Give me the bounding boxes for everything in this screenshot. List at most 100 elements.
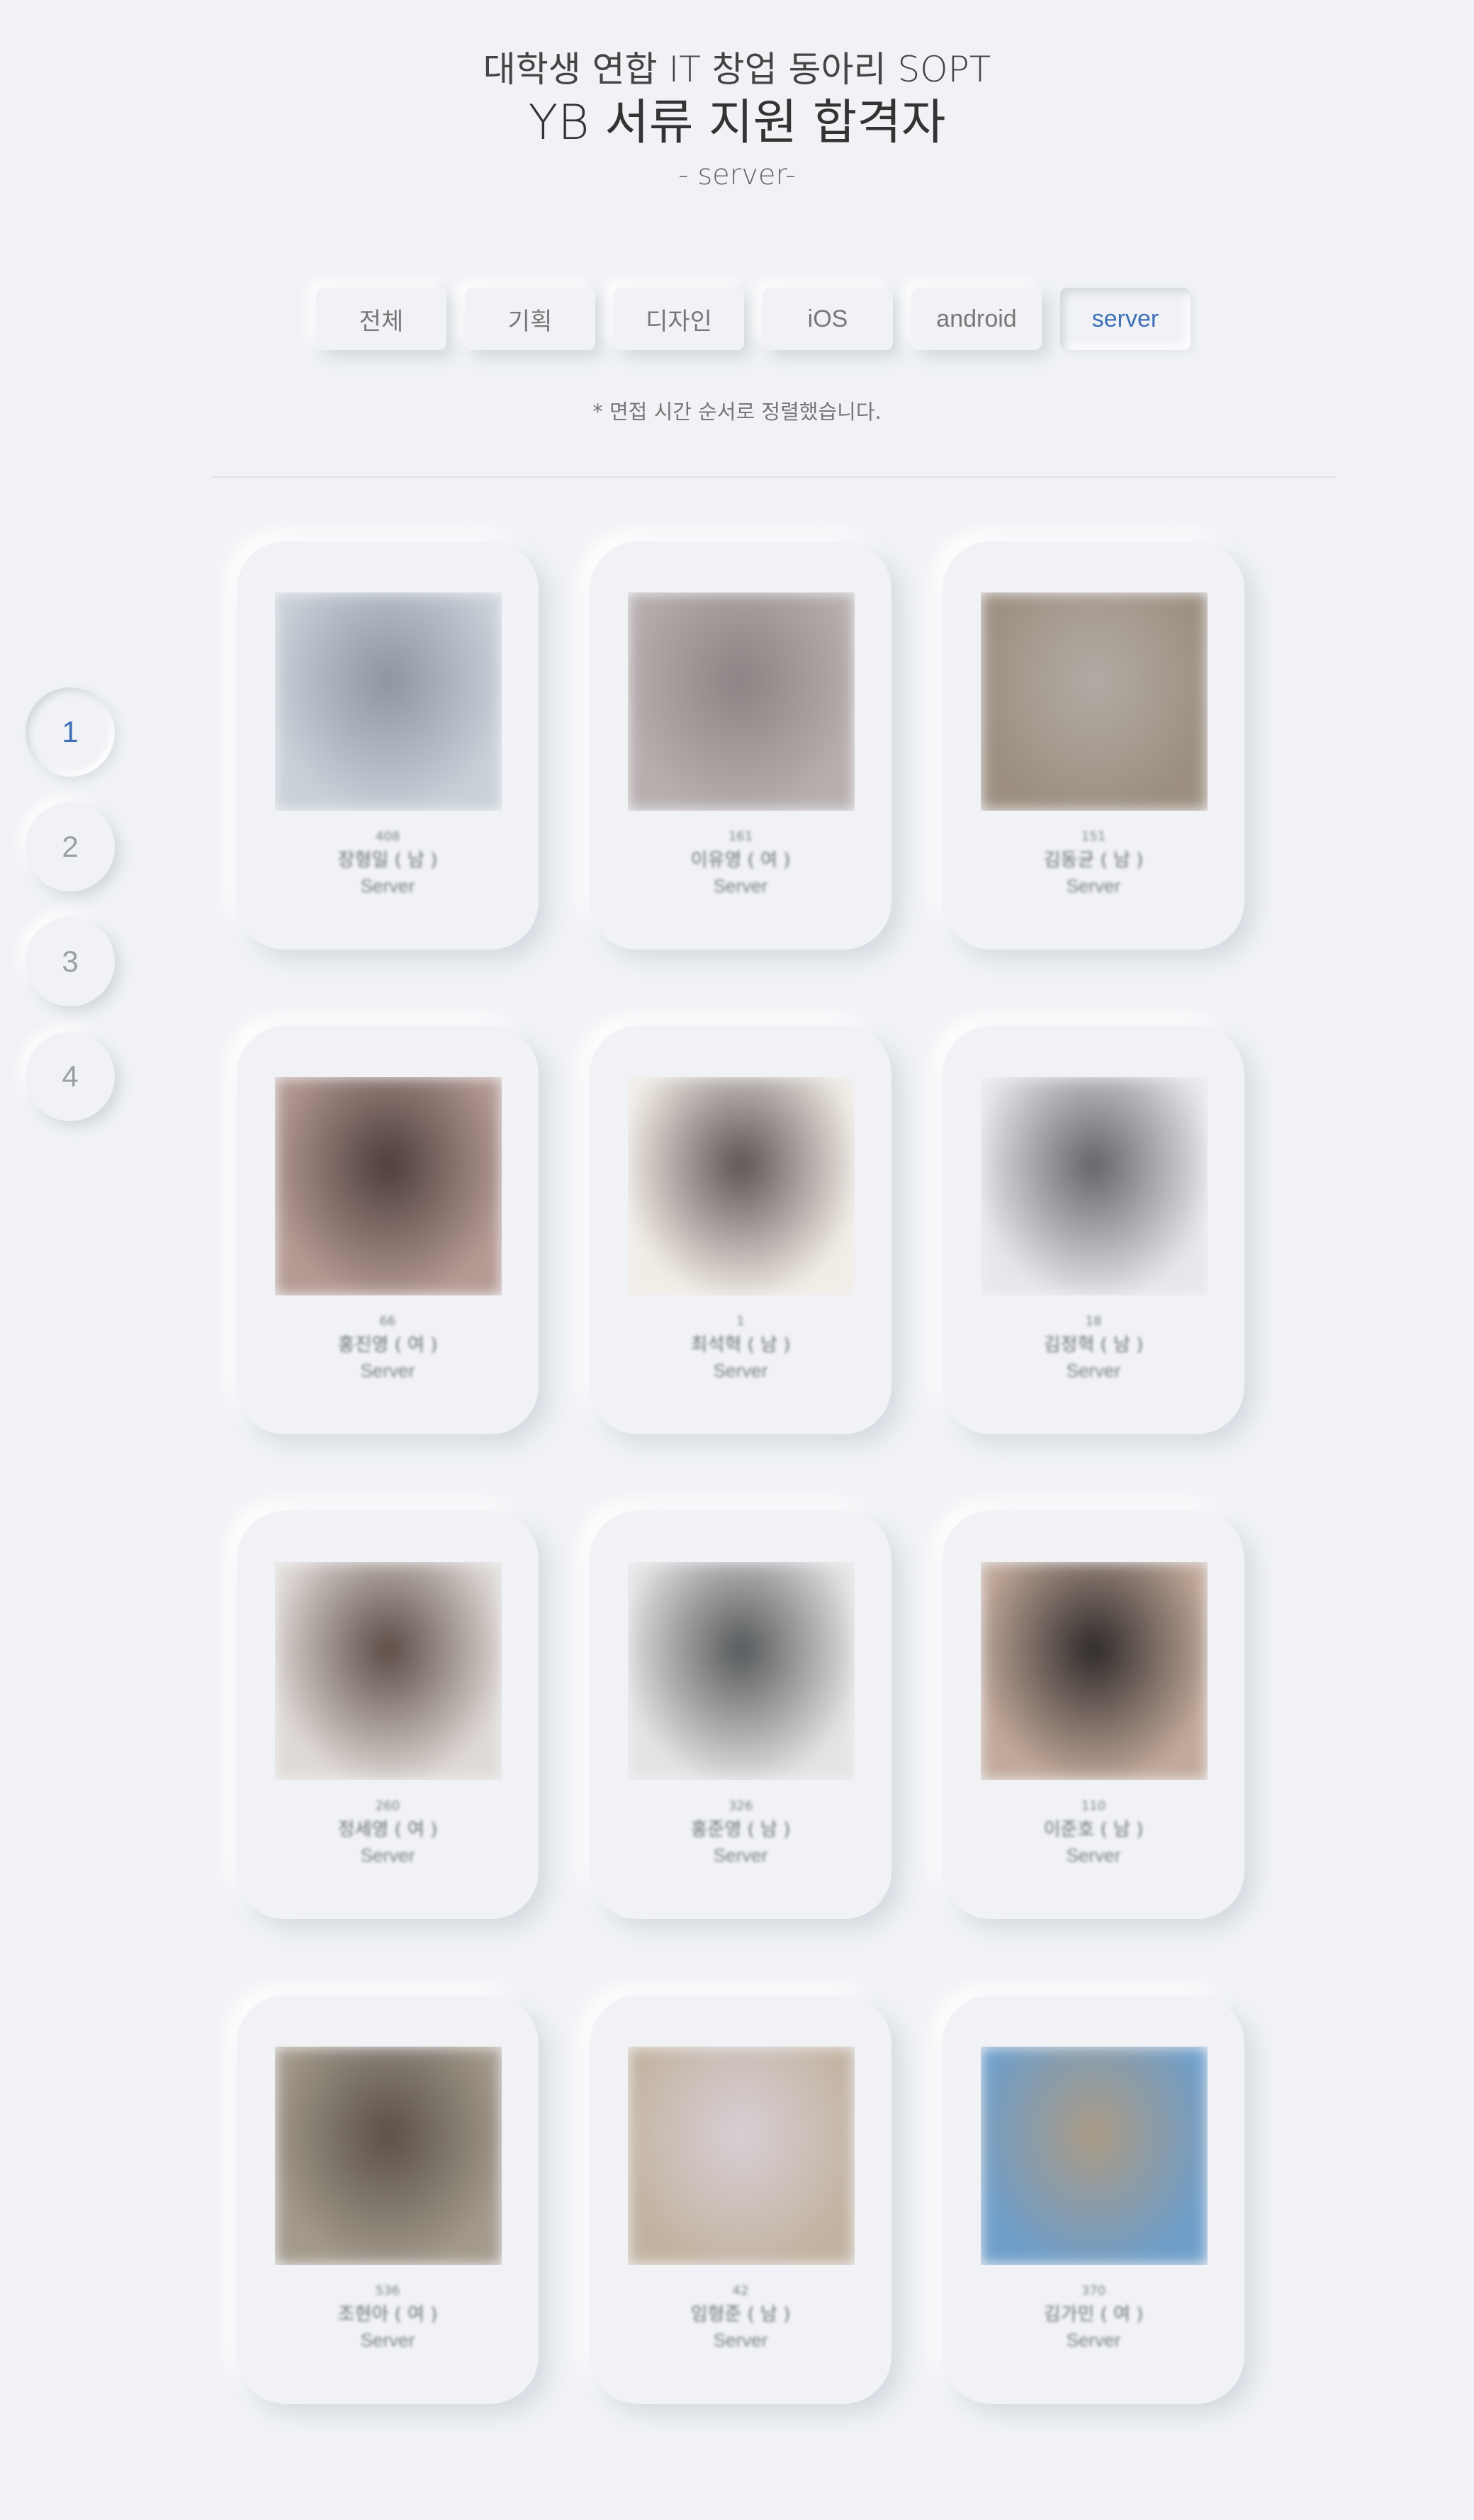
applicant-card[interactable]: 66 홍진영 ( 여 ) Server [237, 1026, 539, 1434]
applicant-number: 370 [1081, 2283, 1106, 2298]
applicant-part: Server [713, 2329, 768, 2351]
applicant-info: 151 김동균 ( 남 ) Server [943, 826, 1244, 899]
applicant-number: 326 [728, 1799, 753, 1813]
tab-server[interactable]: server [1060, 288, 1191, 350]
applicant-name: 이유영 ( 여 ) [690, 850, 791, 871]
applicant-number: 536 [375, 2283, 400, 2298]
applicant-photo-frame [628, 1562, 855, 1780]
applicant-photo-frame [981, 1562, 1208, 1780]
applicant-part: Server [1066, 1360, 1121, 1381]
applicant-name: 김정혁 ( 남 ) [1043, 1334, 1144, 1356]
applicant-name: 이준호 ( 남 ) [1043, 1819, 1144, 1840]
page-title: YB 서류 지원 합격자 [528, 95, 946, 151]
applicant-photo-frame [275, 2047, 502, 2265]
applicant-card[interactable]: 370 김가민 ( 여 ) Server [943, 1996, 1244, 2404]
applicant-card[interactable]: 18 김정혁 ( 남 ) Server [943, 1026, 1244, 1434]
applicant-name: 김가민 ( 여 ) [1043, 2304, 1144, 2325]
applicant-card[interactable]: 1 최석혁 ( 남 ) Server [590, 1026, 891, 1434]
applicant-name: 김동균 ( 남 ) [1043, 850, 1144, 871]
applicant-part: Server [1066, 875, 1121, 896]
applicant-photo [275, 2047, 502, 2265]
tab-all[interactable]: 전체 [316, 288, 446, 350]
applicant-number: 260 [375, 1799, 400, 1813]
applicant-card[interactable]: 536 조현아 ( 여 ) Server [237, 1996, 539, 2404]
part-tabs: 전체 기획 디자인 iOS android server [316, 288, 1191, 350]
applicant-photo [628, 592, 855, 811]
applicant-photo-frame [628, 2047, 855, 2265]
applicant-photo-frame [275, 1562, 502, 1780]
applicant-card[interactable]: 110 이준호 ( 남 ) Server [943, 1511, 1244, 1919]
applicant-card[interactable]: 151 김동균 ( 남 ) Server [943, 541, 1244, 950]
applicant-name: 홍진영 ( 여 ) [337, 1334, 438, 1356]
applicant-photo-frame [275, 1077, 502, 1295]
applicant-photo-frame [981, 592, 1208, 811]
applicant-number: 1 [736, 1314, 745, 1329]
tab-ios[interactable]: iOS [763, 288, 893, 350]
applicant-photo [981, 592, 1208, 811]
applicant-info: 161 이유영 ( 여 ) Server [590, 826, 891, 899]
page-button-1[interactable]: 1 [26, 687, 115, 777]
applicant-info: 66 홍진영 ( 여 ) Server [237, 1311, 539, 1383]
applicant-number: 408 [375, 829, 400, 844]
applicant-number: 161 [728, 829, 753, 844]
applicant-info: 42 임형준 ( 남 ) Server [590, 2280, 891, 2353]
applicant-part: Server [360, 875, 415, 896]
applicant-name: 조현아 ( 여 ) [337, 2304, 438, 2325]
applicant-number: 18 [1085, 1314, 1102, 1329]
page-button-4[interactable]: 4 [26, 1032, 115, 1121]
tab-android[interactable]: android [911, 288, 1042, 350]
applicant-photo-frame [981, 1077, 1208, 1295]
applicant-info: 260 정세영 ( 여 ) Server [237, 1796, 539, 1868]
tab-design[interactable]: 디자인 [614, 288, 744, 350]
applicant-name: 임형준 ( 남 ) [690, 2304, 791, 2325]
applicant-name: 홍준영 ( 남 ) [690, 1819, 791, 1840]
applicant-part: Server [1066, 1845, 1121, 1866]
applicant-info: 18 김정혁 ( 남 ) Server [943, 1311, 1244, 1383]
applicant-photo [628, 2047, 855, 2265]
applicant-photo [275, 1077, 502, 1295]
applicant-card[interactable]: 408 장형일 ( 남 ) Server [237, 541, 539, 950]
divider [211, 476, 1337, 478]
applicant-name: 장형일 ( 남 ) [337, 850, 438, 871]
applicant-info: 110 이준호 ( 남 ) Server [943, 1796, 1244, 1868]
applicant-photo [981, 1562, 1208, 1780]
applicant-photo [981, 1077, 1208, 1295]
page-button-3[interactable]: 3 [26, 917, 115, 1006]
applicant-name: 최석혁 ( 남 ) [690, 1334, 791, 1356]
applicant-grid: 408 장형일 ( 남 ) Server 161 이유영 ( 여 ) Server 151 김… [237, 541, 1244, 2404]
applicant-number: 110 [1081, 1799, 1106, 1813]
applicant-name: 정세영 ( 여 ) [337, 1819, 438, 1840]
applicant-card[interactable]: 161 이유영 ( 여 ) Server [590, 541, 891, 950]
applicant-part: Server [713, 1845, 768, 1866]
applicant-part: Server [713, 875, 768, 896]
applicant-info: 326 홍준영 ( 남 ) Server [590, 1796, 891, 1868]
applicant-photo [275, 1562, 502, 1780]
applicant-photo [981, 2047, 1208, 2265]
applicant-number: 42 [732, 2283, 749, 2298]
applicant-number: 66 [379, 1314, 396, 1329]
tab-planning[interactable]: 기획 [465, 288, 595, 350]
applicant-part: Server [360, 2329, 415, 2351]
pagination: 1 2 3 4 [26, 687, 115, 1147]
applicant-part: Server [360, 1845, 415, 1866]
applicant-part: Server [360, 1360, 415, 1381]
sort-note: * 면접 시간 순서로 정렬했습니다. [592, 400, 882, 424]
applicant-info: 408 장형일 ( 남 ) Server [237, 826, 539, 899]
applicant-info: 536 조현아 ( 여 ) Server [237, 2280, 539, 2353]
applicant-number: 151 [1081, 829, 1106, 844]
page-subtitle: - server- [678, 159, 796, 191]
applicant-card[interactable]: 260 정세영 ( 여 ) Server [237, 1511, 539, 1919]
applicant-card[interactable]: 42 임형준 ( 남 ) Server [590, 1996, 891, 2404]
page-title-org: 대학생 연합 IT 창업 동아리 SOPT [483, 49, 991, 90]
applicant-info: 1 최석혁 ( 남 ) Server [590, 1311, 891, 1383]
applicant-photo-frame [628, 1077, 855, 1295]
applicant-photo-frame [628, 592, 855, 811]
applicant-photo-frame [981, 2047, 1208, 2265]
applicant-card[interactable]: 326 홍준영 ( 남 ) Server [590, 1511, 891, 1919]
applicant-info: 370 김가민 ( 여 ) Server [943, 2280, 1244, 2353]
page-button-2[interactable]: 2 [26, 802, 115, 891]
applicant-photo [628, 1077, 855, 1295]
applicant-photo-frame [275, 592, 502, 811]
applicant-part: Server [1066, 2329, 1121, 2351]
applicant-photo [628, 1562, 855, 1780]
